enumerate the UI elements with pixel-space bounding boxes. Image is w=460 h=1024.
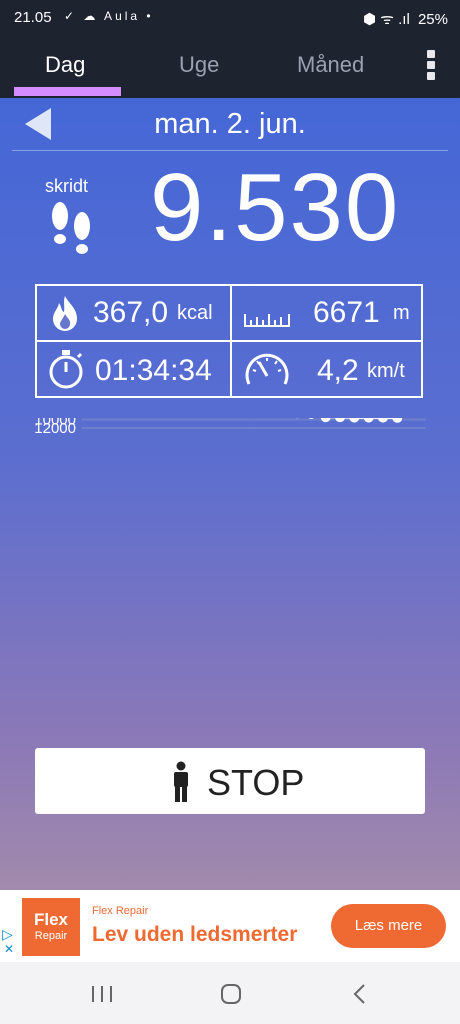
footprints-icon (52, 202, 90, 254)
ad-sponsor: Flex Repair (92, 905, 149, 917)
stop-button-label: STOP (207, 762, 305, 803)
speed-value: 4,2 (317, 354, 359, 387)
stopwatch-icon (49, 350, 83, 389)
chart-data-point (378, 418, 388, 423)
chart-data-point (392, 418, 403, 423)
ad-choices-icon[interactable]: ▷ (2, 926, 13, 943)
main-panel: man. 2. jun. skridt 9.530 367,0 kcal 667… (0, 98, 460, 890)
signal-icons: ⬢ ᯤ .ıl (363, 11, 410, 28)
ad-logo-line2: Repair (34, 930, 68, 942)
speed-unit: km/t (367, 360, 405, 382)
recents-icon[interactable] (90, 984, 114, 1004)
calories-unit: kcal (177, 302, 213, 324)
chart-y-tick-label: 12000 (34, 420, 76, 437)
active-tab-indicator (14, 87, 121, 96)
status-time: 21.05 (14, 9, 52, 26)
more-menu-icon[interactable] (424, 50, 438, 86)
chart-data-point (363, 418, 374, 423)
steps-chart: 2000400060008000100001200024681012141618… (34, 418, 426, 437)
tab-week[interactable]: Uge (179, 52, 219, 78)
date-title: man. 2. jun. (154, 108, 306, 140)
speedometer-icon (245, 353, 289, 385)
header-divider (12, 150, 448, 151)
ad-close-icon[interactable]: ✕ (4, 942, 14, 956)
tab-day[interactable]: Dag (45, 52, 85, 78)
tab-month[interactable]: Måned (297, 52, 364, 78)
steps-label: skridt (45, 176, 89, 196)
system-nav-bar (0, 962, 460, 1024)
chart-data-point (320, 418, 331, 423)
notification-icons: ✓ ☁ Aula • (64, 9, 154, 23)
duration-value: 01:34:34 (95, 354, 212, 387)
ad-logo-line1: Flex (33, 910, 69, 929)
ad-headline: Lev uden ledsmerter (92, 923, 298, 946)
flame-icon (53, 296, 77, 331)
ruler-icon (244, 314, 290, 327)
stats-grid: 367,0 kcal 6671 m 01:34:34 4,2 km/t (35, 284, 423, 398)
distance-value: 6671 (313, 296, 380, 329)
steps-count: 9.530 (150, 154, 401, 261)
stop-button[interactable]: STOP (35, 748, 425, 814)
ad-banner[interactable]: ▷ ✕ Flex Repair Flex Repair Lev uden led… (0, 890, 460, 962)
calories-value: 367,0 (93, 296, 169, 329)
status-bar: 21.05 ✓ ☁ Aula • ⬢ ᯤ .ıl 25% (0, 0, 460, 38)
battery-level: 25% (417, 11, 448, 28)
chart-data-point (349, 418, 360, 423)
back-icon[interactable] (352, 983, 368, 1005)
ad-logo: Flex Repair (22, 898, 80, 956)
status-right: ⬢ ᯤ .ıl 25% (363, 9, 448, 29)
home-icon[interactable] (220, 983, 242, 1005)
distance-unit: m (393, 302, 410, 324)
person-icon (174, 761, 188, 802)
chart-data-point (335, 418, 345, 423)
ad-cta-button[interactable]: Læs mere (331, 904, 446, 948)
